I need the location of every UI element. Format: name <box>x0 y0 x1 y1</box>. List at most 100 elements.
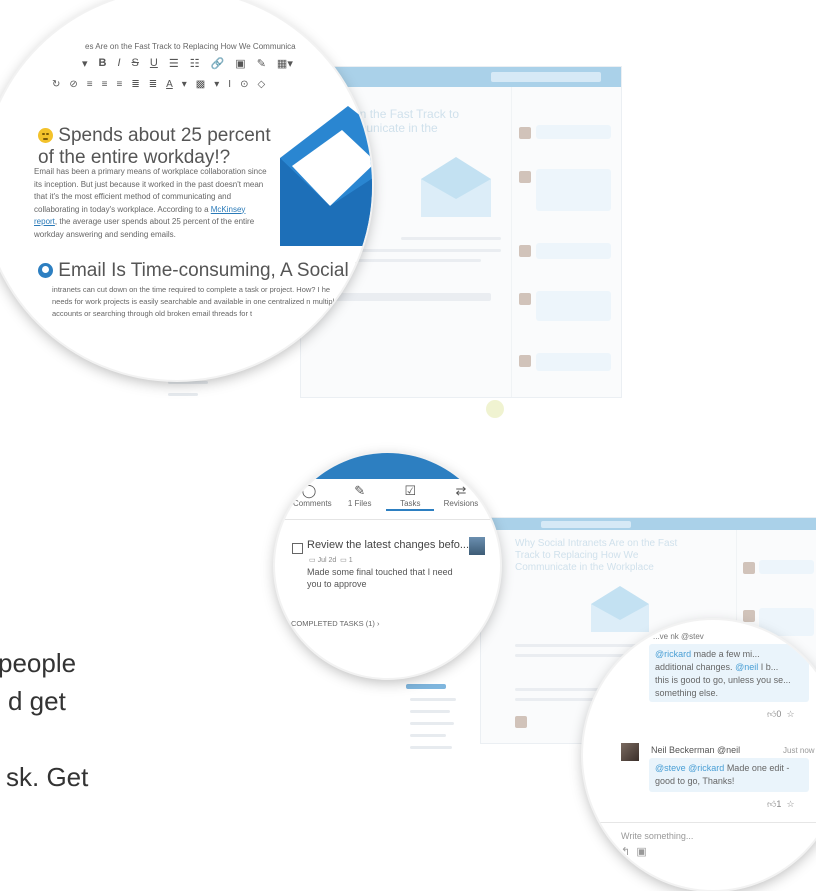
outdent-icon[interactable]: ≣ <box>149 79 157 90</box>
emoji-picker-icon[interactable]: ⊙ <box>240 79 248 90</box>
task-checkbox[interactable] <box>292 543 303 554</box>
text-line <box>331 293 491 301</box>
thumbs-up-icon[interactable]: 👍︎ <box>767 709 776 719</box>
chat-message-2-bubble: @steve @rickard Made one edit - good to … <box>649 758 809 792</box>
chat-text: Made one edit - <box>724 763 790 773</box>
chat-message-2-time: Just now <box>783 746 815 755</box>
align-right-icon[interactable]: ≡ <box>116 79 122 90</box>
task-comment-count: 1 <box>348 557 353 564</box>
tab-files[interactable]: ✎ 1 Files <box>336 483 384 511</box>
formatting-toolbar-row2: ↻ ⊘ ≡ ≡ ≡ ≣ ≣ A ▾ ▩ ▾ I ⊙ ◇ <box>52 79 265 90</box>
task-date: Jul 2d <box>317 557 337 564</box>
heading-1-text: Spends about 25 percent of the entire wo… <box>38 125 271 168</box>
unlink-icon[interactable]: ⊘ <box>69 79 77 90</box>
message-1-reactions: 👍︎0 ☆ <box>767 708 795 721</box>
text-line <box>168 393 198 396</box>
comment-bubble <box>759 560 814 574</box>
task-meta: ▭ Jul 2d ▭ 1 <box>309 556 353 564</box>
tab-tasks[interactable]: ☑ Tasks <box>386 483 435 511</box>
underline-button[interactable]: U <box>150 57 158 70</box>
formatting-toolbar-row1: ▾ B I S U ☰ ☷ 🔗 ▣ ✎ ▦▾ <box>82 57 293 70</box>
avatar <box>519 171 531 183</box>
chat-text: made a few mi... <box>691 649 760 659</box>
paperclip-icon: ✎ <box>354 483 366 498</box>
mention-link[interactable]: @rickard <box>688 763 724 773</box>
message-input[interactable]: Write something... <box>621 830 693 843</box>
task-icon: ☑ <box>404 483 417 498</box>
text-line <box>168 381 208 384</box>
envelope-logo-icon <box>280 106 372 246</box>
text-line <box>410 734 446 737</box>
section-heading-2: Email Is Time-consuming, A Social Intran… <box>38 260 372 282</box>
avatar <box>519 355 531 367</box>
side-text-line-3: sk. Get <box>6 762 89 792</box>
table-icon[interactable]: ▦▾ <box>277 57 293 70</box>
smiley-emoji-icon <box>38 128 53 143</box>
envelope-illustration <box>421 157 491 217</box>
highlight-icon[interactable]: ▩ <box>196 79 205 90</box>
code-icon[interactable]: ◇ <box>257 79 265 90</box>
like-count: 1 <box>776 799 782 809</box>
star-icon[interactable]: ☆ <box>786 709 794 719</box>
paragraph-1-text-end: , the average user spends about 25 perce… <box>34 217 255 239</box>
header-bar <box>275 453 500 479</box>
chevron-down-icon[interactable]: ▾ <box>214 79 219 90</box>
tasks-magnifier: ◯ 7 Comments ✎ 1 Files ☑ Tasks ⇄ Revisions R… <box>275 453 500 678</box>
italic-button[interactable]: I <box>117 57 120 70</box>
tab-label: Revisions <box>443 499 479 508</box>
star-icon[interactable]: ☆ <box>786 799 794 809</box>
chat-message-1-header: ...ve nk @stev <box>653 632 704 641</box>
text-color-icon[interactable]: A <box>166 79 173 90</box>
envelope-illustration <box>591 586 649 632</box>
image-icon[interactable]: ▣ <box>636 846 646 858</box>
calendar-icon: ▭ <box>309 557 316 564</box>
chat-text: good to go, Thanks! <box>655 776 735 786</box>
avatar <box>519 245 531 257</box>
text-line <box>410 698 456 701</box>
tab-comments[interactable]: ◯ 7 Comments <box>285 483 333 511</box>
align-center-icon[interactable]: ≡ <box>102 79 108 90</box>
align-left-icon[interactable]: ≡ <box>87 79 93 90</box>
thumbs-up-icon[interactable]: 👍︎ <box>767 799 776 809</box>
heading-2-text: Email Is Time-consuming, A Social Intran… <box>58 260 372 281</box>
mention-link[interactable]: @neil <box>735 662 758 672</box>
completed-tasks-toggle[interactable]: COMPLETED TASKS (1) › <box>291 619 380 628</box>
chevron-down-icon[interactable]: ▾ <box>182 79 187 90</box>
comment-count-icon: ▭ <box>340 557 347 564</box>
chat-text: additional changes. <box>655 662 736 672</box>
panel-tabs: ◯ 7 Comments ✎ 1 Files ☑ Tasks ⇄ Revisions <box>285 483 485 511</box>
sidebar-active-item <box>406 684 446 689</box>
background-doc-title: Why Social Intranets Are on the Fast Tra… <box>515 538 678 573</box>
indent-icon[interactable]: ≣ <box>131 79 139 90</box>
link-icon[interactable]: 🔗 <box>211 57 225 70</box>
message-2-reactions: 👍︎1 ☆ <box>767 798 795 811</box>
task-description: Made some final touched that I need you … <box>307 567 453 589</box>
dropdown-icon[interactable]: ▾ <box>82 57 88 70</box>
task-title[interactable]: Review the latest changes befo... <box>307 539 469 551</box>
attach-icon[interactable]: ↰ <box>621 846 630 858</box>
numbered-list-icon[interactable]: ☷ <box>190 57 200 70</box>
tab-revisions[interactable]: ⇄ Revisions <box>437 483 485 511</box>
avatar <box>519 293 531 305</box>
task-assignee-avatar <box>469 537 485 555</box>
redo-icon[interactable]: ↻ <box>52 79 60 90</box>
tab-label: Tasks <box>400 499 421 508</box>
comment-bubble <box>536 291 611 321</box>
image-icon[interactable]: ▣ <box>235 57 245 70</box>
avatar <box>743 562 755 574</box>
side-text-line-1: people <box>0 648 77 678</box>
chat-message-2-author: Neil Beckerman @neil <box>651 745 741 755</box>
strikethrough-button[interactable]: S <box>132 57 139 70</box>
tabs-divider <box>275 519 500 520</box>
background-search-box <box>491 72 601 82</box>
composer-actions: ↰ ▣ <box>621 846 647 859</box>
mention-link[interactable]: @rickard <box>655 649 691 659</box>
text-line <box>410 710 450 713</box>
bold-button[interactable]: B <box>99 57 107 70</box>
pen-icon[interactable]: ✎ <box>257 57 266 70</box>
chat-text: something else. <box>655 688 719 698</box>
mention-link[interactable]: @steve <box>655 763 686 773</box>
comment-icon: ◯ <box>301 483 317 498</box>
clear-format-icon[interactable]: I <box>228 79 231 90</box>
bullet-list-icon[interactable]: ☰ <box>169 57 179 70</box>
